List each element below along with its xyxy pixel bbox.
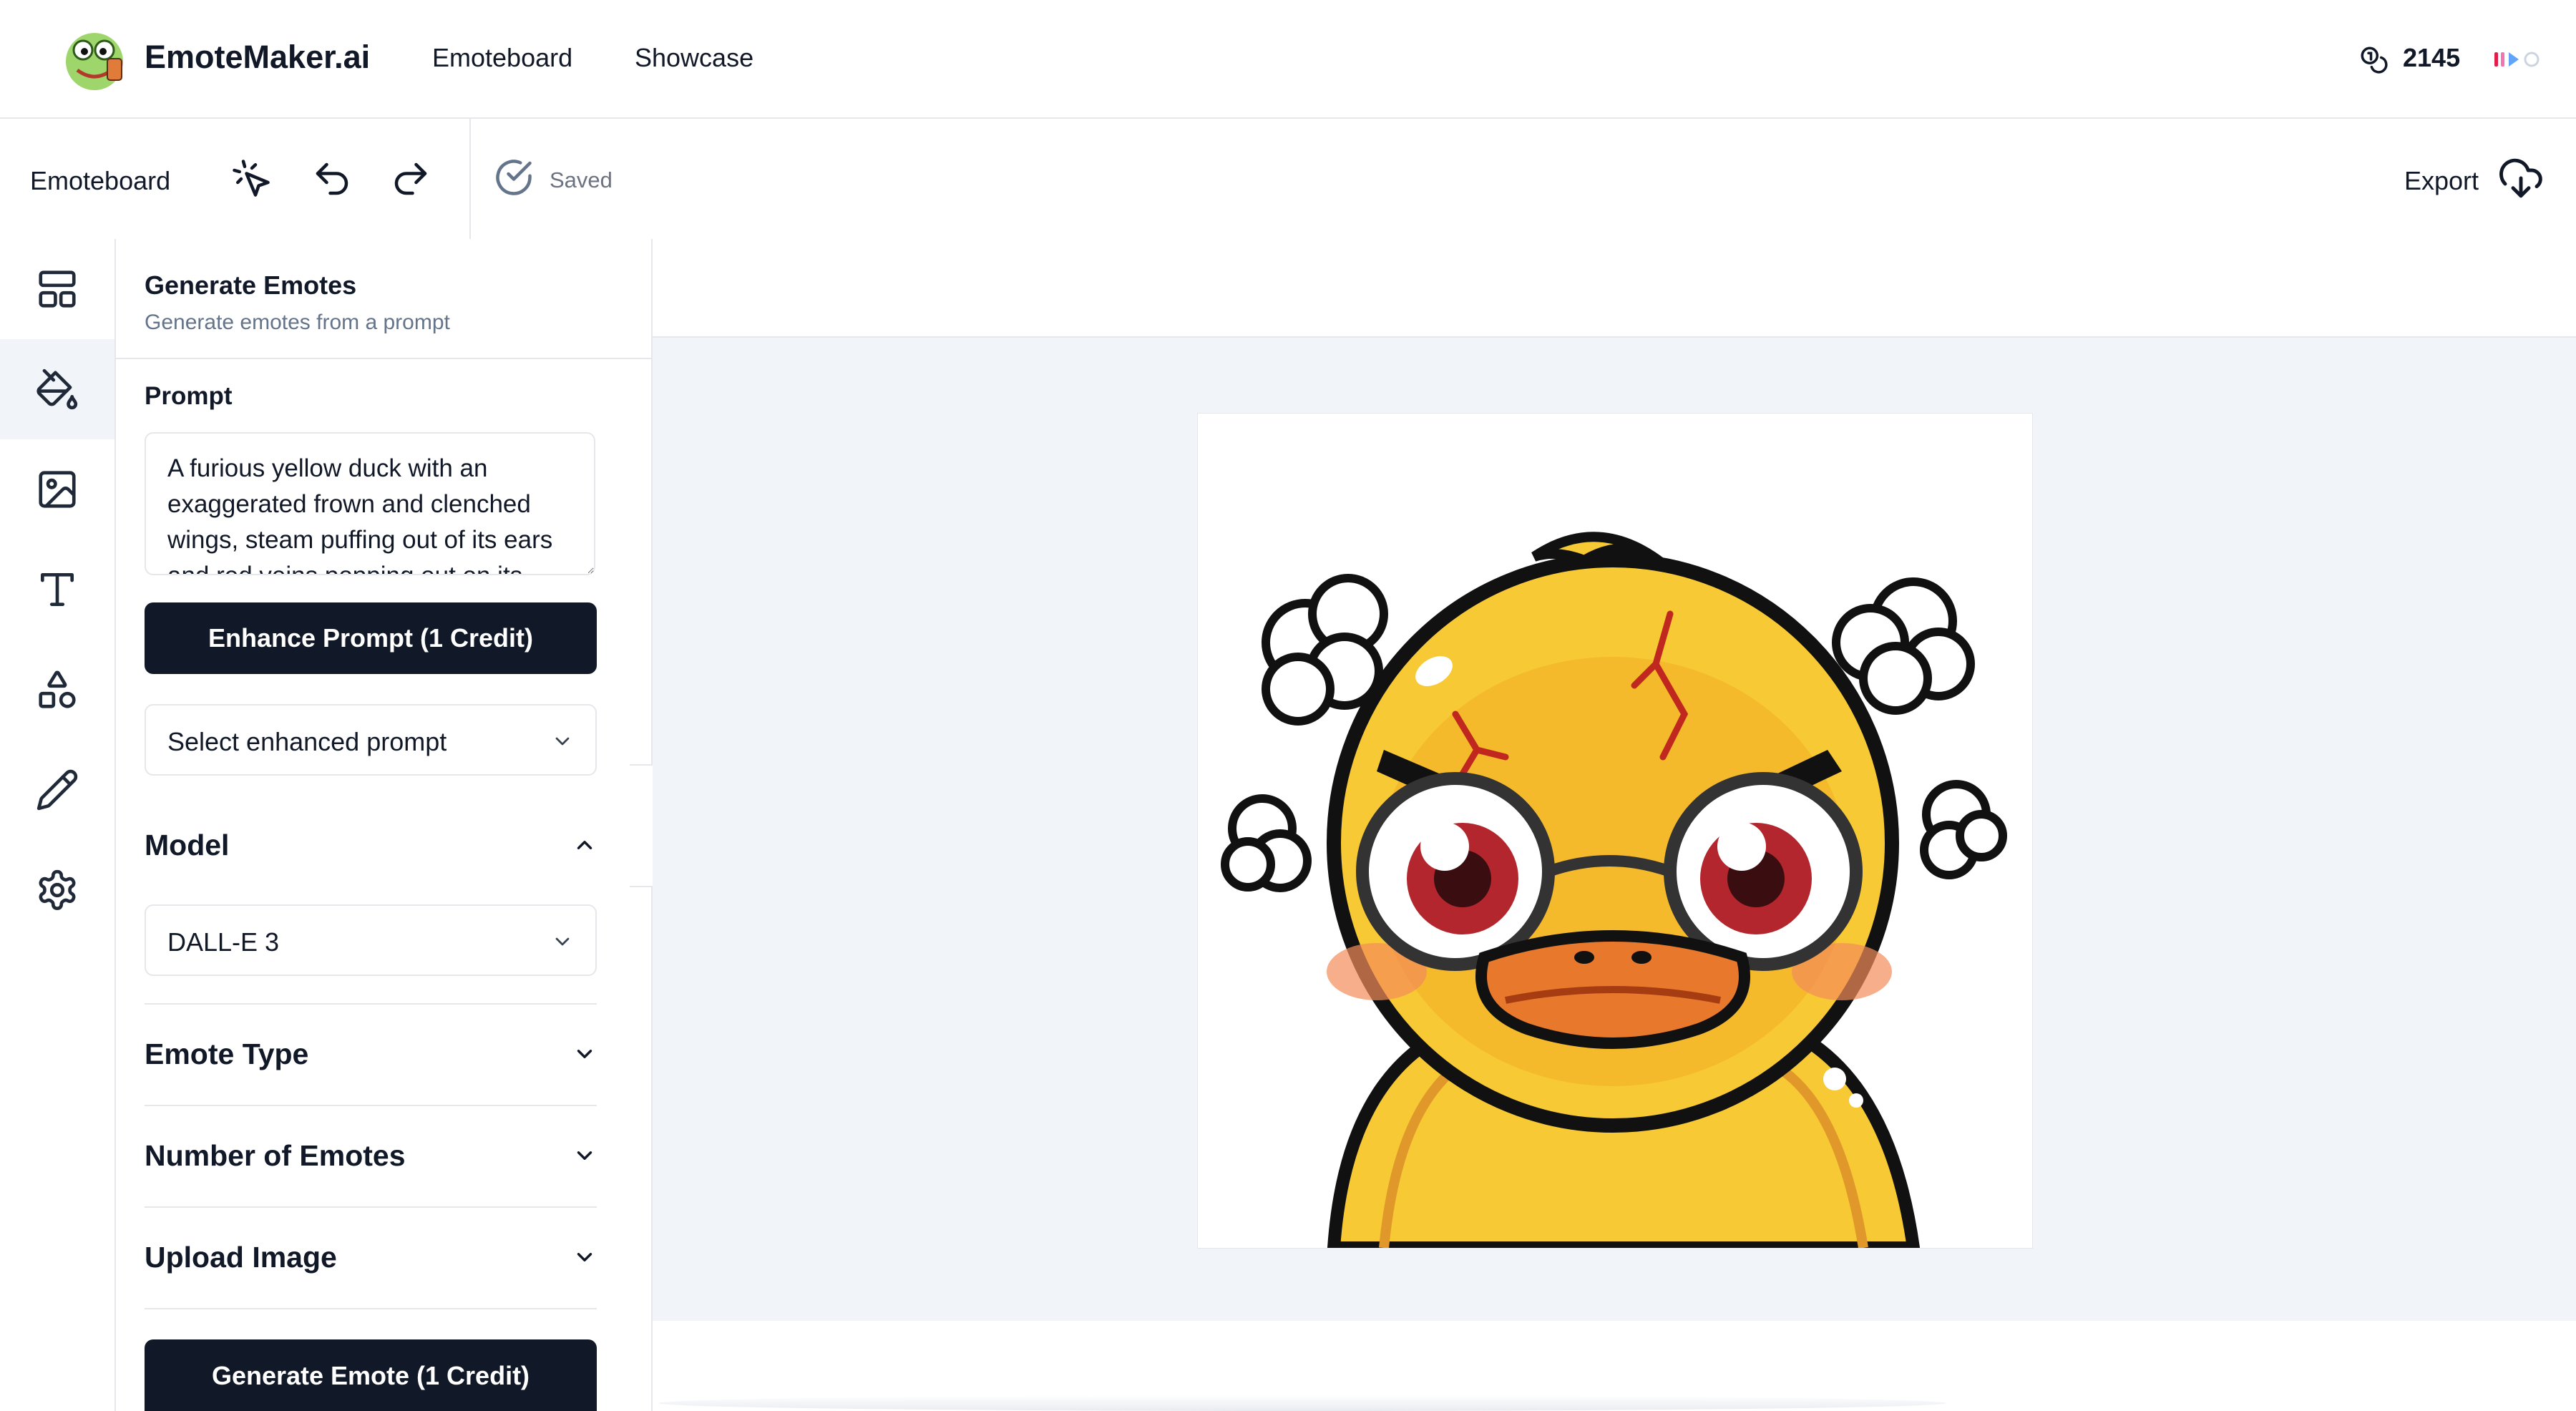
emote-artboard[interactable]	[1198, 414, 2032, 1248]
upload-image-label: Upload Image	[145, 1241, 337, 1274]
editor-toolbar: Emoteboard Saved Export	[0, 119, 2576, 239]
model-label: Model	[145, 829, 230, 861]
enhance-prompt-button[interactable]: Enhance Prompt (1 Credit)	[145, 602, 597, 674]
brand-name[interactable]: EmoteMaker.ai	[145, 39, 370, 76]
shapes-icon	[39, 670, 76, 708]
nav-emoteboard[interactable]: Emoteboard	[432, 43, 572, 73]
image-icon	[39, 471, 76, 508]
prompt-input[interactable]: A furious yellow duck with an exaggerate…	[145, 432, 595, 575]
paint-bucket-icon	[36, 368, 78, 410]
angry-duck-emote-image[interactable]	[1198, 414, 2032, 1248]
frog-logo-icon[interactable]	[60, 26, 129, 94]
text-icon	[41, 573, 74, 606]
rail-settings[interactable]	[0, 840, 114, 940]
toolbar-divider	[469, 119, 471, 239]
rail-text[interactable]	[0, 540, 114, 640]
export-button[interactable]: Export	[2404, 166, 2479, 196]
nav-showcase[interactable]: Showcase	[635, 43, 753, 73]
rail-layout[interactable]	[0, 239, 114, 339]
pencil-icon	[36, 769, 78, 811]
panel-header: Generate Emotes Generate emotes from a p…	[116, 239, 651, 359]
rail-draw[interactable]	[0, 740, 114, 840]
save-status: Saved	[550, 167, 613, 192]
rail-generate[interactable]	[0, 339, 114, 439]
rail-shapes[interactable]	[0, 640, 114, 740]
panel-title: Generate Emotes	[145, 270, 357, 300]
upload-image-toggle[interactable]: Upload Image	[145, 1208, 597, 1309]
chevron-down-icon	[577, 1050, 592, 1058]
number-of-emotes-toggle[interactable]: Number of Emotes	[145, 1106, 597, 1208]
undo-icon[interactable]	[311, 157, 353, 200]
tool-rail	[0, 239, 116, 1411]
chevron-down-icon	[555, 937, 570, 946]
number-of-emotes-label: Number of Emotes	[145, 1139, 406, 1172]
canvas-header-strip	[653, 239, 2576, 338]
enhanced-prompt-select-value: Select enhanced prompt	[167, 727, 447, 756]
cloud-download-icon[interactable]	[2497, 155, 2545, 202]
emote-type-label: Emote Type	[145, 1038, 309, 1070]
gear-icon	[39, 869, 76, 910]
generate-emote-button[interactable]: Generate Emote (1 Credit)	[145, 1339, 597, 1411]
generate-panel: Generate Emotes Generate emotes from a p…	[116, 239, 653, 1411]
model-select[interactable]: DALL-E 3	[145, 904, 597, 976]
check-circle-icon	[496, 160, 532, 195]
bottom-bar-shadow	[658, 1395, 1946, 1411]
model-select-value: DALL-E 3	[167, 927, 280, 957]
rail-image[interactable]	[0, 439, 114, 540]
enhanced-prompt-select[interactable]: Select enhanced prompt	[145, 704, 597, 776]
layout-icon	[39, 270, 76, 308]
emote-type-toggle[interactable]: Emote Type	[145, 1005, 597, 1106]
loading-indicator-icon	[2494, 52, 2540, 67]
chevron-down-icon	[577, 1151, 592, 1160]
chevron-down-icon	[555, 737, 570, 746]
chevron-down-icon	[577, 1253, 592, 1261]
prompt-label: Prompt	[145, 382, 233, 410]
board-title: Emoteboard	[30, 166, 171, 195]
credits-count: 2145	[2403, 43, 2461, 72]
model-section-toggle[interactable]: Model	[145, 810, 597, 879]
top-nav: EmoteMaker.ai Emoteboard Showcase 2145	[0, 0, 2576, 119]
panel-subtitle: Generate emotes from a prompt	[145, 311, 450, 334]
redo-icon[interactable]	[389, 157, 432, 200]
pointer-sparkle-icon[interactable]	[230, 157, 273, 200]
chevron-up-icon	[577, 841, 592, 849]
coins-icon	[2361, 47, 2388, 74]
